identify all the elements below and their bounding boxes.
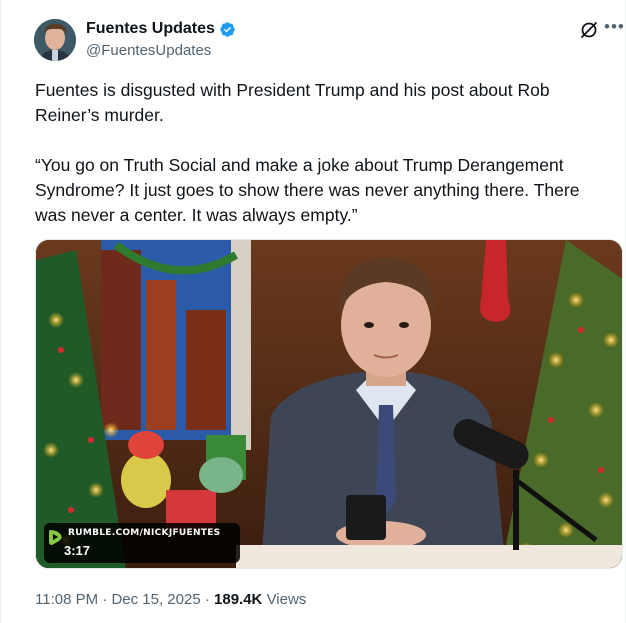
views-count: 189.4K [214,591,263,608]
video-player[interactable]: RUMBLE.COM/NICKJFUENTES 3:17 [35,239,623,569]
video-watermark: RUMBLE.COM/NICKJFUENTES 3:17 [44,523,240,563]
video-thumbnail [36,240,622,568]
watermark-text: RUMBLE.COM/NICKJFUENTES [68,528,221,538]
tweet-meta: 11:08 PM · Dec 15, 2025 · 189.4K Views [35,591,306,608]
tweet-time[interactable]: 11:08 PM [35,591,98,608]
author-display-name[interactable]: Fuentes Updates [86,20,215,38]
tweet-card: Fuentes Updates @FuentesUpdates ••• Fuen… [0,0,626,623]
tweet-text: Fuentes is disgusted with President Trum… [35,80,580,225]
video-duration: 3:17 [64,543,91,558]
avatar[interactable] [34,19,76,61]
grok-icon[interactable] [579,20,599,40]
author-name-row[interactable]: Fuentes Updates [86,20,236,38]
views-label: Views [266,591,307,608]
verified-badge-icon [220,21,235,37]
author-handle[interactable]: @FuentesUpdates [86,42,211,59]
more-options-icon[interactable]: ••• [604,17,625,37]
rumble-logo-icon [49,530,62,545]
tweet-date[interactable]: Dec 15, 2025 [111,591,200,608]
meta-separator: · [204,591,215,608]
